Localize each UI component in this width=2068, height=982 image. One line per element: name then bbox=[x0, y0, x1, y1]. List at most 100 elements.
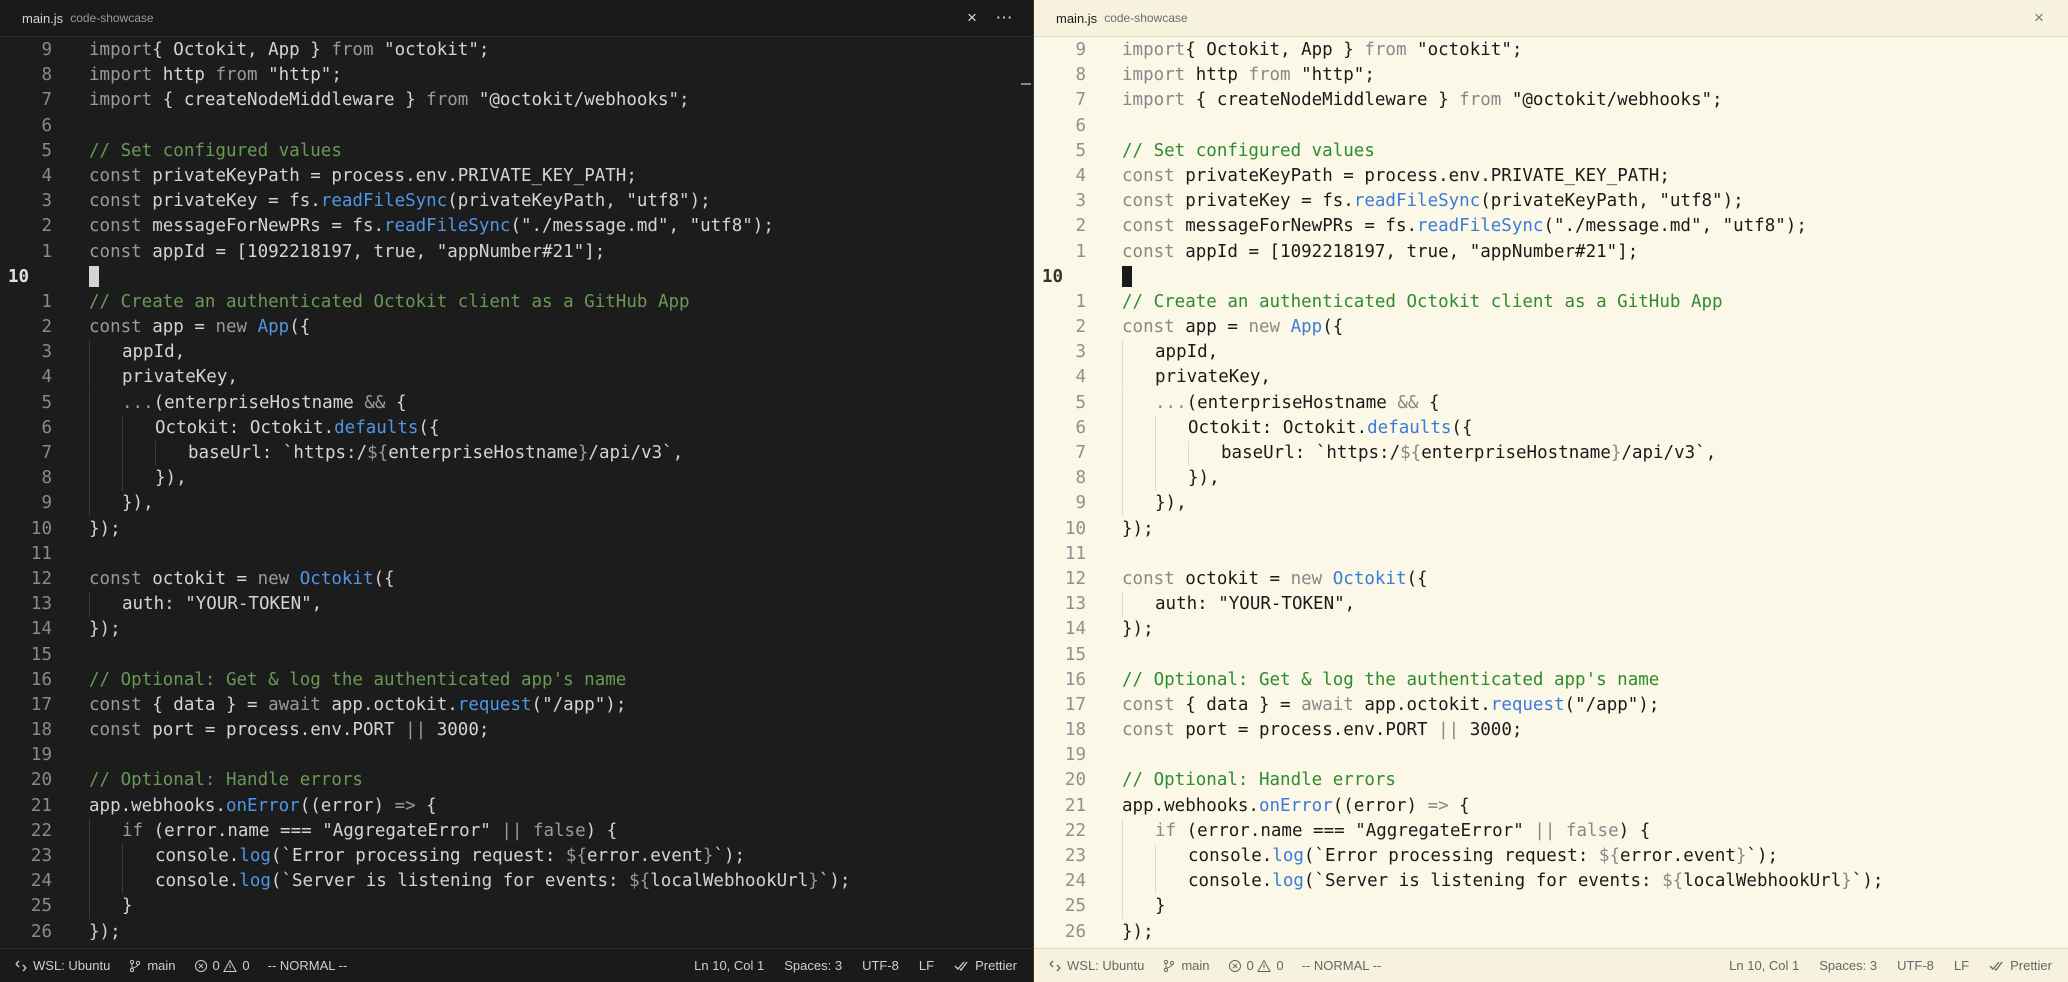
code-line[interactable]: 13 auth: "YOUR-TOKEN", bbox=[1034, 592, 2068, 618]
cursor-position[interactable]: Ln 10, Col 1 bbox=[694, 958, 764, 973]
branch-indicator[interactable]: main bbox=[1162, 958, 1210, 973]
code-line[interactable]: 7 baseUrl: `https:/${enterpriseHostname}/… bbox=[0, 441, 1033, 466]
code-line[interactable]: 3 appId, bbox=[1034, 340, 2068, 366]
code-line[interactable]: 10}); bbox=[0, 517, 1033, 542]
code-line[interactable]: 8}), bbox=[1034, 466, 2068, 492]
code-line[interactable]: 3 const privateKey = fs.readFileSync(priv… bbox=[1034, 189, 2068, 214]
code-line[interactable]: 17 const { data } = await app.octokit.req… bbox=[0, 693, 1033, 718]
code-line[interactable]: 25} bbox=[1034, 894, 2068, 920]
code-line[interactable]: 2 const app = new App({ bbox=[1034, 315, 2068, 340]
code-line[interactable]: 2 const messageForNewPRs = fs.readFileSyn… bbox=[0, 214, 1033, 239]
code-line[interactable]: 15 bbox=[1034, 643, 2068, 668]
code-line[interactable]: 6 Octokit: Octokit.defaults({ bbox=[1034, 415, 2068, 441]
end-of-line[interactable]: LF bbox=[919, 958, 934, 973]
code-line[interactable]: 23 console.log(`Error processing request:… bbox=[0, 844, 1033, 869]
code-line[interactable]: 9 import{ Octokit, App } from "octokit"; bbox=[1034, 37, 2068, 63]
code-line[interactable]: 10}); bbox=[1034, 517, 2068, 542]
code-editor[interactable]: 9 import{ Octokit, App } from "octokit"; 8… bbox=[0, 37, 1033, 948]
more-actions-icon[interactable]: ⋯ bbox=[991, 5, 1017, 31]
indentation[interactable]: Spaces: 3 bbox=[1819, 958, 1877, 973]
code-line[interactable]: 1 // Create an authenticated Octokit clie… bbox=[1034, 290, 2068, 315]
code-line[interactable]: 8 import http from "http"; bbox=[0, 63, 1033, 88]
code-line[interactable]: 6 bbox=[0, 114, 1033, 139]
code-line[interactable]: 1 // Create an authenticated Octokit clie… bbox=[0, 290, 1033, 315]
code-line[interactable]: 4 const privateKeyPath = process.env.PRIV… bbox=[1034, 164, 2068, 189]
code-line[interactable]: 5 ...(enterpriseHostname && { bbox=[1034, 390, 2068, 416]
code-line[interactable]: 1 const appId = [1092218197, true, "appNu… bbox=[1034, 240, 2068, 265]
code-line[interactable]: 4 privateKey, bbox=[1034, 365, 2068, 391]
code-line[interactable]: 11 bbox=[0, 542, 1033, 567]
code-line[interactable]: 19 bbox=[0, 743, 1033, 768]
code-line[interactable]: 18 const port = process.env.PORT || 3000; bbox=[0, 718, 1033, 743]
code-line[interactable]: 5 ...(enterpriseHostname && { bbox=[0, 390, 1033, 416]
code-line[interactable]: 9}), bbox=[1034, 491, 2068, 517]
close-icon[interactable]: × bbox=[2026, 5, 2052, 31]
code-line[interactable]: 12 const octokit = new Octokit({ bbox=[0, 567, 1033, 592]
code-line[interactable]: 1 const appId = [1092218197, true, "appNu… bbox=[0, 240, 1033, 265]
code-line[interactable]: 5 // Set configured values bbox=[1034, 139, 2068, 164]
code-line[interactable]: 25} bbox=[0, 894, 1033, 920]
code-line[interactable]: 26}); bbox=[1034, 920, 2068, 945]
code-line[interactable]: 12 const octokit = new Octokit({ bbox=[1034, 567, 2068, 592]
scrollbar-marker[interactable] bbox=[1021, 83, 1031, 85]
code-line[interactable]: 6 bbox=[1034, 114, 2068, 139]
code-line[interactable]: 7 baseUrl: `https:/${enterpriseHostname}/… bbox=[1034, 441, 2068, 466]
code-line[interactable]: 11 bbox=[1034, 542, 2068, 567]
code-line[interactable]: 15 bbox=[0, 643, 1033, 668]
code-line[interactable]: 5 // Set configured values bbox=[0, 139, 1033, 164]
code-line[interactable]: 4 privateKey, bbox=[0, 365, 1033, 391]
code-line[interactable]: 3 appId, bbox=[0, 340, 1033, 366]
code-line[interactable]: 26}); bbox=[0, 920, 1033, 945]
formatter[interactable]: Prettier bbox=[1989, 958, 2052, 973]
tab-filename[interactable]: main.js bbox=[1056, 11, 1097, 26]
code-line[interactable]: 10 bbox=[1034, 265, 2068, 290]
code-line[interactable]: 14}); bbox=[0, 617, 1033, 642]
cursor-position[interactable]: Ln 10, Col 1 bbox=[1729, 958, 1799, 973]
code-line[interactable]: 10 bbox=[0, 265, 1033, 290]
problems-indicator[interactable]: 0 0 bbox=[1228, 958, 1284, 973]
code-line[interactable]: 21 app.webhooks.onError((error) => { bbox=[0, 794, 1033, 819]
code-line[interactable]: 2 const messageForNewPRs = fs.readFileSyn… bbox=[1034, 214, 2068, 239]
encoding[interactable]: UTF-8 bbox=[1897, 958, 1934, 973]
code-line[interactable]: 8 import http from "http"; bbox=[1034, 63, 2068, 88]
encoding[interactable]: UTF-8 bbox=[862, 958, 899, 973]
tab-filename[interactable]: main.js bbox=[22, 11, 63, 26]
problems-indicator[interactable]: 0 0 bbox=[194, 958, 250, 973]
close-icon[interactable]: × bbox=[959, 5, 985, 31]
line-number: 1 bbox=[1075, 291, 1086, 312]
code-line[interactable]: 3 const privateKey = fs.readFileSync(priv… bbox=[0, 189, 1033, 214]
code-line[interactable]: 9}), bbox=[0, 491, 1033, 517]
code-line[interactable]: 4 const privateKeyPath = process.env.PRIV… bbox=[0, 164, 1033, 189]
code-line[interactable]: 20 // Optional: Handle errors bbox=[1034, 768, 2068, 793]
code-line[interactable]: 16 // Optional: Get & log the authenticat… bbox=[0, 668, 1033, 693]
code-line[interactable]: 18 const port = process.env.PORT || 3000; bbox=[1034, 718, 2068, 743]
code-line[interactable]: 17 const { data } = await app.octokit.req… bbox=[1034, 693, 2068, 718]
code-editor[interactable]: 9 import{ Octokit, App } from "octokit"; 8… bbox=[1034, 37, 2068, 948]
code-line[interactable]: 21 app.webhooks.onError((error) => { bbox=[1034, 794, 2068, 819]
code-line[interactable]: 2 const app = new App({ bbox=[0, 315, 1033, 340]
code-token: app.octokit. bbox=[320, 694, 458, 715]
indentation[interactable]: Spaces: 3 bbox=[784, 958, 842, 973]
remote-indicator[interactable]: WSL: Ubuntu bbox=[1048, 958, 1144, 973]
remote-indicator[interactable]: WSL: Ubuntu bbox=[14, 958, 110, 973]
code-line[interactable]: 22 if (error.name === "AggregateError" ||… bbox=[0, 818, 1033, 844]
code-line[interactable]: 13 auth: "YOUR-TOKEN", bbox=[0, 592, 1033, 618]
code-line[interactable]: 7 import { createNodeMiddleware } from "@… bbox=[1034, 88, 2068, 113]
code-line[interactable]: 6 Octokit: Octokit.defaults({ bbox=[0, 415, 1033, 441]
end-of-line[interactable]: LF bbox=[1954, 958, 1969, 973]
code-line[interactable]: 19 bbox=[1034, 743, 2068, 768]
formatter[interactable]: Prettier bbox=[954, 958, 1017, 973]
code-line[interactable]: 24 console.log(`Server is listening for e… bbox=[1034, 869, 2068, 895]
code-line[interactable]: 16 // Optional: Get & log the authenticat… bbox=[1034, 668, 2068, 693]
code-line[interactable]: 22 if (error.name === "AggregateError" ||… bbox=[1034, 818, 2068, 844]
code-line[interactable]: 8}), bbox=[0, 466, 1033, 492]
code-line[interactable]: 20 // Optional: Handle errors bbox=[0, 768, 1033, 793]
branch-indicator[interactable]: main bbox=[128, 958, 176, 973]
code-line[interactable]: 24 console.log(`Server is listening for e… bbox=[0, 869, 1033, 895]
code-line[interactable]: 14}); bbox=[1034, 617, 2068, 642]
code-line[interactable]: 7 import { createNodeMiddleware } from "@… bbox=[0, 88, 1033, 113]
code-line[interactable]: 23 console.log(`Error processing request:… bbox=[1034, 844, 2068, 869]
code-line[interactable]: 9 import{ Octokit, App } from "octokit"; bbox=[0, 37, 1033, 63]
